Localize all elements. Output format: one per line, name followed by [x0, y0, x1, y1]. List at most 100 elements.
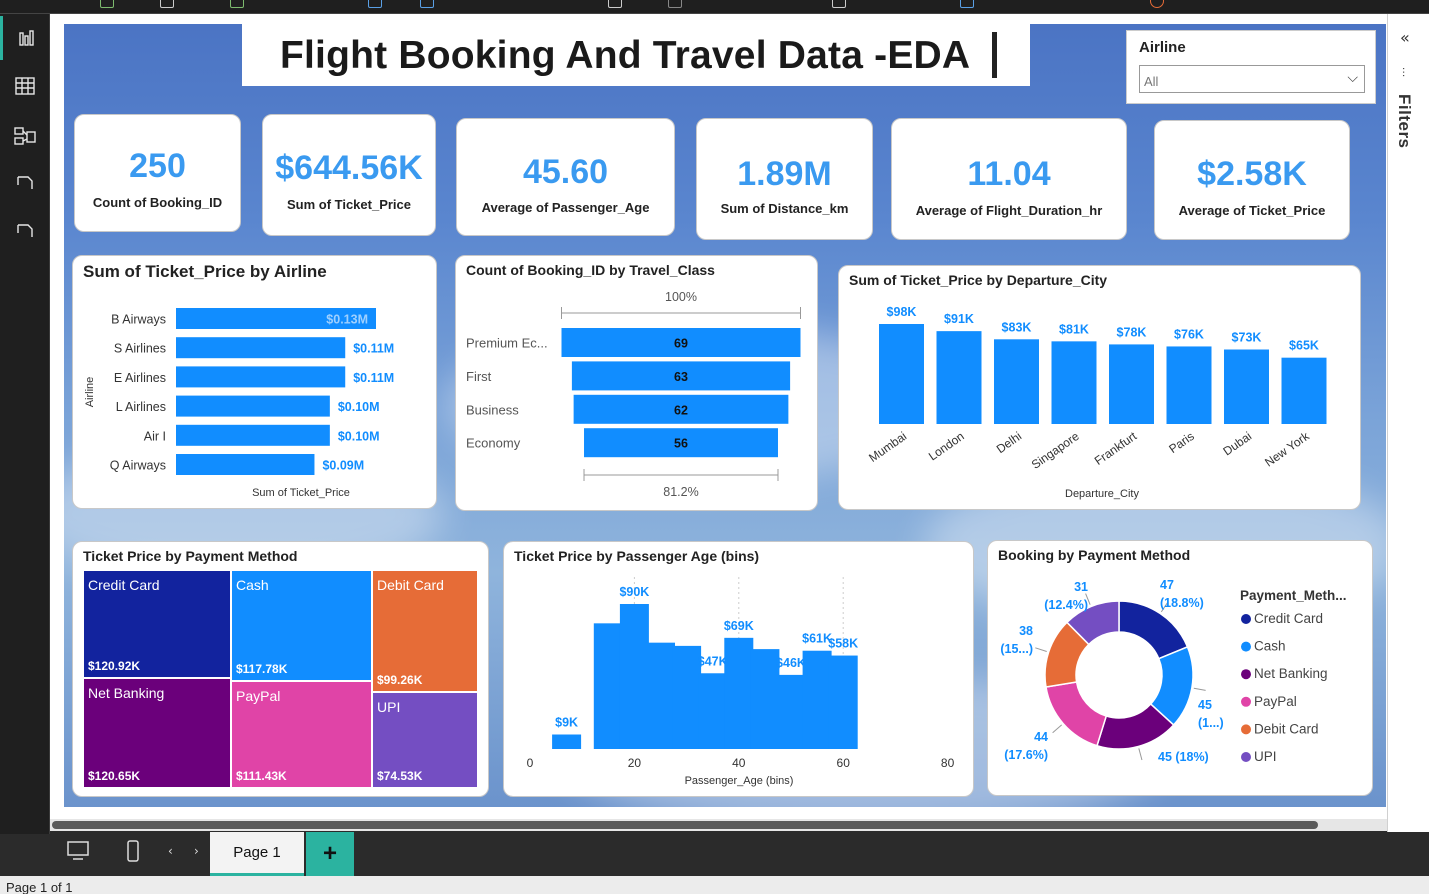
treemap-tile-value: $74.53K — [377, 769, 423, 783]
airline-chart-svg: B Airways $0.13M S Airlines $0.11M E Airline… — [84, 308, 394, 499]
treemap-tile-value: $120.65K — [88, 769, 141, 783]
y-tick-label: Air I — [144, 429, 166, 443]
x-tick-label: London — [926, 429, 967, 463]
ribbon-item-copilot[interactable] — [1150, 0, 1164, 9]
data-label: $46K — [776, 656, 806, 670]
collapse-icon[interactable]: « — [1400, 28, 1410, 47]
travel-class-funnel[interactable]: Count of Booking_ID by Travel_Class 100%… — [455, 255, 818, 511]
filter-icon: ⫶ — [1402, 66, 1406, 80]
ribbon-item[interactable] — [160, 0, 174, 9]
data-label: $0.09M — [322, 459, 364, 473]
kpi-label: Average of Passenger_Age — [481, 200, 650, 215]
kpi-card[interactable]: 1.89M Sum of Distance_km — [696, 118, 873, 240]
horizontal-scrollbar[interactable] — [50, 819, 1387, 831]
data-label: 38 — [1019, 624, 1033, 638]
data-label: 63 — [674, 370, 688, 384]
kpi-card[interactable]: 45.60 Average of Passenger_Age — [456, 118, 675, 236]
bar — [176, 366, 346, 388]
mobile-layout-icon[interactable] — [126, 840, 140, 868]
bar — [936, 331, 982, 424]
treemap-tile[interactable]: Cash $117.78K — [231, 570, 372, 681]
leader-line — [1193, 687, 1206, 691]
bar — [176, 454, 315, 475]
kpi-value: 250 — [129, 147, 186, 185]
slicer-dropdown[interactable]: All ⌵ — [1139, 65, 1365, 93]
y-tick-label: B Airways — [111, 313, 166, 327]
refresh-icon — [230, 0, 244, 8]
x-tick-label: New York — [1262, 428, 1312, 469]
sensitivity-icon — [668, 0, 682, 8]
payment-donut-chart[interactable]: Booking by Payment Method 47 (18.8%) 45 (1.… — [987, 540, 1373, 796]
legend-marker — [1241, 696, 1251, 707]
bar — [1281, 357, 1327, 424]
legend-marker — [1241, 724, 1251, 735]
ribbon-item[interactable] — [368, 0, 382, 9]
y-tick-label: Q Airways — [110, 459, 166, 473]
copilot-icon — [1150, 0, 1164, 8]
prev-page-icon[interactable]: ‹ — [168, 844, 173, 858]
ribbon-item-refresh[interactable] — [230, 0, 244, 9]
legend-label: Debit Card — [1254, 721, 1319, 736]
desktop-layout-icon[interactable] — [66, 840, 90, 866]
table-view-button[interactable] — [0, 64, 50, 108]
age-bins-chart[interactable]: Ticket Price by Passenger Age (bins) $9K… — [503, 541, 974, 797]
departure-city-bar-chart[interactable]: Sum of Ticket_Price by Departure_City $9… — [838, 265, 1361, 510]
treemap-tile[interactable]: PayPal $111.43K — [231, 681, 372, 788]
category-label: Premium Ec... — [466, 336, 548, 351]
airline-slicer[interactable]: Airline All ⌵ — [1126, 30, 1376, 104]
treemap-tile[interactable]: Credit Card $120.92K — [83, 570, 231, 678]
dax-query-view-button[interactable] — [0, 164, 50, 208]
payment-treemap[interactable]: Ticket Price by Payment Method Credit Ca… — [72, 541, 489, 797]
data-label: $69K — [724, 619, 754, 633]
ribbon-item[interactable] — [960, 0, 974, 9]
legend-label: UPI — [1254, 749, 1277, 764]
kpi-value: $2.58K — [1197, 155, 1307, 193]
kpi-card[interactable]: 11.04 Average of Flight_Duration_hr — [891, 118, 1127, 240]
kpi-value: 45.60 — [522, 153, 609, 191]
ribbon-item[interactable] — [668, 0, 682, 9]
treemap-tile[interactable]: UPI $74.53K — [372, 692, 478, 788]
data-label: $9K — [555, 716, 578, 730]
donut-slice — [1045, 681, 1108, 747]
departure-chart-svg: $98K Mumbai $91K London $83K Delhi $81K Singapo… — [866, 305, 1327, 500]
treemap-tile[interactable]: Net Banking $120.65K — [83, 678, 231, 788]
treemap-tile-label: PayPal — [236, 688, 281, 704]
data-label: $47K — [698, 654, 728, 668]
report-title-box[interactable]: Flight Booking And Travel Data -EDA — [242, 24, 1030, 86]
treemap-tile[interactable]: Debit Card $99.26K — [372, 570, 478, 692]
kpi-card[interactable]: $2.58K Average of Ticket_Price — [1154, 120, 1350, 240]
x-tick-label: Paris — [1166, 429, 1196, 456]
ribbon-item-visual-gallery[interactable] — [420, 0, 434, 9]
leader-line — [1052, 724, 1063, 734]
category-label: Business — [466, 402, 519, 417]
funnel-top-label: 100% — [665, 290, 697, 304]
ribbon-item-publish[interactable] — [832, 0, 846, 9]
kpi-card[interactable]: $644.56K Sum of Ticket_Price — [262, 114, 436, 236]
data-label: (1...) — [1198, 716, 1224, 730]
kpi-card[interactable]: 250 Count of Booking_ID — [74, 114, 241, 232]
data-label: $98K — [887, 305, 917, 319]
filters-pane[interactable]: « ⫶ Filters — [1387, 14, 1429, 832]
bar — [1051, 341, 1097, 424]
x-axis-title: Passenger_Age (bins) — [685, 775, 794, 787]
airline-bar-chart[interactable]: Sum of Ticket_Price by Airline B Airways… — [72, 255, 437, 509]
bar — [176, 395, 330, 417]
data-label: $58K — [828, 637, 858, 651]
legend-marker — [1241, 669, 1251, 680]
bar-chart-icon — [18, 30, 34, 46]
donut-chart-svg: 47 (18.8%) 45 (1...) 45 (18%) 44 (17.6%) 38 (15.… — [1000, 578, 1346, 764]
bar — [802, 650, 832, 749]
tab-page-1[interactable]: Page 1 — [210, 832, 304, 876]
ribbon-item[interactable] — [608, 0, 622, 9]
legend-label: Cash — [1254, 639, 1286, 654]
plus-icon: + — [322, 840, 337, 867]
x-tick-label: Delhi — [994, 429, 1024, 456]
add-page-button[interactable]: + — [306, 832, 354, 876]
report-view-button[interactable] — [0, 16, 50, 60]
ribbon-item[interactable] — [100, 0, 114, 9]
treemap-tile-value: $117.78K — [236, 662, 288, 676]
next-page-icon[interactable]: › — [194, 844, 199, 858]
scrollbar-thumb[interactable] — [52, 821, 1318, 829]
model-view-button[interactable] — [0, 114, 50, 158]
tmdl-view-button[interactable] — [0, 212, 50, 256]
